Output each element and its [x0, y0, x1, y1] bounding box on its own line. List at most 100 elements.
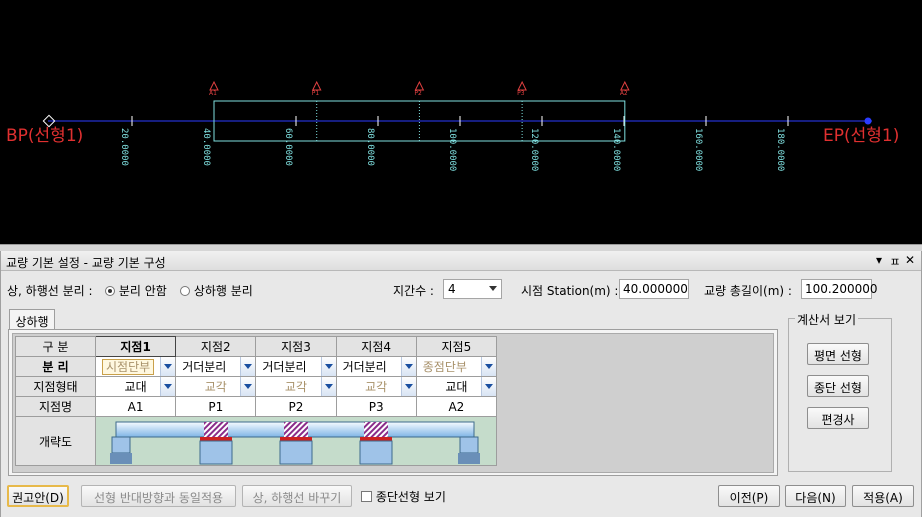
total-length-label: 교량 총길이(m) :: [704, 284, 792, 298]
next-button[interactable]: 다음(N): [785, 485, 846, 507]
cell-value: 교대: [124, 380, 147, 394]
bp-label: BP(선형1): [6, 126, 84, 146]
cell-value: 교각: [284, 380, 308, 394]
support-name-cell[interactable]: A1: [94, 396, 177, 417]
span-grid-area: 구 분 지점1 지점2 지점3 지점4 지점5 분 리 시점단부 거더분리 거더…: [12, 333, 774, 473]
report-group: 계산서 보기 평면 선형 종단 선형 편경사: [788, 311, 892, 472]
support-type-cell[interactable]: 교각: [335, 376, 417, 397]
chevron-down-icon[interactable]: [400, 377, 416, 396]
col-header[interactable]: 지점5: [415, 336, 498, 357]
panel-titlebar: 교량 기본 설정 - 교량 기본 구성 ▾ ㅍ ✕: [1, 251, 921, 271]
dropdown-icon[interactable]: ▾: [873, 253, 885, 267]
support-marker-label: A2: [620, 90, 628, 97]
chevron-down-icon[interactable]: [320, 357, 336, 376]
col-header[interactable]: 지점4: [335, 336, 417, 357]
support-name-cell[interactable]: P1: [175, 396, 257, 417]
chevron-down-icon[interactable]: [481, 377, 496, 396]
support-name-cell[interactable]: P2: [255, 396, 337, 417]
recommend-button[interactable]: 권고안(D): [7, 485, 69, 507]
separation-cell[interactable]: 거더분리: [255, 356, 337, 377]
support-marker-icon: [209, 80, 219, 91]
support-marker-icon: [620, 80, 630, 91]
start-station-label: 시점 Station(m) :: [521, 284, 619, 298]
radio-icon: [180, 286, 190, 296]
cell-value: 교각: [204, 380, 227, 394]
chevron-down-icon[interactable]: [160, 377, 176, 396]
row-header-support-type: 지점형태: [15, 376, 96, 397]
col-header[interactable]: 지점2: [175, 336, 257, 357]
station-label: 140.0000: [611, 128, 621, 171]
radio-separate[interactable]: 상하행 분리: [180, 282, 253, 299]
span-count-select[interactable]: 4: [443, 279, 502, 299]
report-group-title: 계산서 보기: [795, 311, 859, 328]
cell-value: 시점단부: [102, 359, 155, 375]
separation-cell[interactable]: 거더분리: [175, 356, 257, 377]
support-type-cell[interactable]: 교각: [175, 376, 257, 397]
start-station-input[interactable]: 40.000000: [619, 279, 689, 299]
cad-viewport[interactable]: 20.0000 40.0000 60.0000 80.0000 100.0000 120.…: [0, 0, 922, 244]
profile-view-checkbox[interactable]: 종단선형 보기: [361, 488, 446, 505]
tab-updown[interactable]: 상하행: [9, 309, 55, 330]
station-label: 80.0000: [365, 128, 375, 166]
bridge-setup-panel: 교량 기본 설정 - 교량 기본 구성 ▾ ㅍ ✕ 상, 하행선 분리 : 분리…: [0, 251, 922, 517]
chevron-down-icon[interactable]: [481, 357, 496, 376]
bridge-elevation-sketch: [110, 421, 480, 465]
support-type-cell[interactable]: 교각: [255, 376, 337, 397]
col-header[interactable]: 지점1: [94, 336, 177, 357]
prev-button[interactable]: 이전(P): [718, 485, 780, 507]
support-marker-icon: [311, 80, 322, 91]
support-marker-icon: [517, 80, 527, 91]
separation-cell[interactable]: 시점단부: [94, 356, 177, 377]
cell-value: 교각: [365, 380, 388, 394]
chevron-down-icon[interactable]: [320, 377, 336, 396]
radio-icon: [105, 286, 115, 296]
panel-title: 교량 기본 설정 - 교량 기본 구성: [6, 256, 166, 270]
support-type-cell[interactable]: 교대: [94, 376, 177, 397]
station-label: 180.0000: [775, 128, 785, 171]
cell-value: 거더분리: [262, 360, 307, 374]
chevron-down-icon[interactable]: [240, 357, 256, 376]
support-name-cell[interactable]: A2: [415, 396, 498, 417]
apply-button[interactable]: 적용(A): [852, 485, 914, 507]
station-label: 20.0000: [119, 128, 129, 166]
support-marker-label: P1: [312, 90, 320, 97]
tab-content: 구 분 지점1 지점2 지점3 지점4 지점5 분 리 시점단부 거더분리 거더…: [8, 329, 778, 476]
checkbox-label: 종단선형 보기: [375, 490, 446, 504]
support-marker-label: P2: [414, 90, 422, 97]
support-name-cell[interactable]: P3: [335, 396, 417, 417]
row-header-diagram: 개략도: [15, 416, 96, 466]
radio-no-separation[interactable]: 분리 안함: [105, 282, 167, 299]
support-type-cell[interactable]: 교대: [415, 376, 498, 397]
separation-cell[interactable]: 거더분리: [335, 356, 417, 377]
total-length-input[interactable]: 100.200000: [801, 279, 878, 299]
superelevation-button[interactable]: 편경사: [807, 407, 869, 429]
chevron-down-icon[interactable]: [240, 377, 256, 396]
swap-lines-button[interactable]: 상, 하행선 바꾸기: [242, 485, 352, 507]
separation-cell[interactable]: 종점단부: [415, 356, 498, 377]
support-marker-label: P3: [517, 90, 525, 97]
close-icon[interactable]: ✕: [904, 253, 916, 267]
row-header-support-name: 지점명: [15, 396, 96, 417]
pin-icon[interactable]: ㅍ: [889, 253, 901, 270]
plan-alignment-button[interactable]: 평면 선형: [807, 343, 869, 365]
cell-value: 거더분리: [182, 360, 227, 374]
alignment-drawing: 20.0000 40.0000 60.0000 80.0000 100.0000 120.…: [42, 80, 872, 171]
radio-label: 상하행 분리: [193, 284, 253, 298]
radio-label: 분리 안함: [118, 284, 167, 298]
span-count-label: 지간수 :: [393, 284, 434, 298]
chevron-down-icon[interactable]: [160, 357, 176, 376]
chevron-down-icon[interactable]: [400, 357, 416, 376]
splitter[interactable]: [0, 244, 922, 251]
station-label: 40.0000: [201, 128, 211, 166]
cell-value: 종점단부: [422, 360, 467, 374]
support-grid: 구 분 지점1 지점2 지점3 지점4 지점5 분 리 시점단부 거더분리 거더…: [15, 336, 498, 466]
col-header[interactable]: 지점3: [255, 336, 337, 357]
support-marker-label: A1: [209, 90, 217, 97]
station-label: 100.0000: [447, 128, 457, 171]
row-header-separation: 분 리: [15, 356, 96, 377]
station-label: 120.0000: [529, 128, 539, 171]
bridge-diagram: [95, 416, 497, 466]
separation-label: 상, 하행선 분리 :: [7, 284, 93, 298]
profile-alignment-button[interactable]: 종단 선형: [807, 375, 869, 397]
apply-reverse-button[interactable]: 선형 반대방향과 동일적용: [81, 485, 236, 507]
